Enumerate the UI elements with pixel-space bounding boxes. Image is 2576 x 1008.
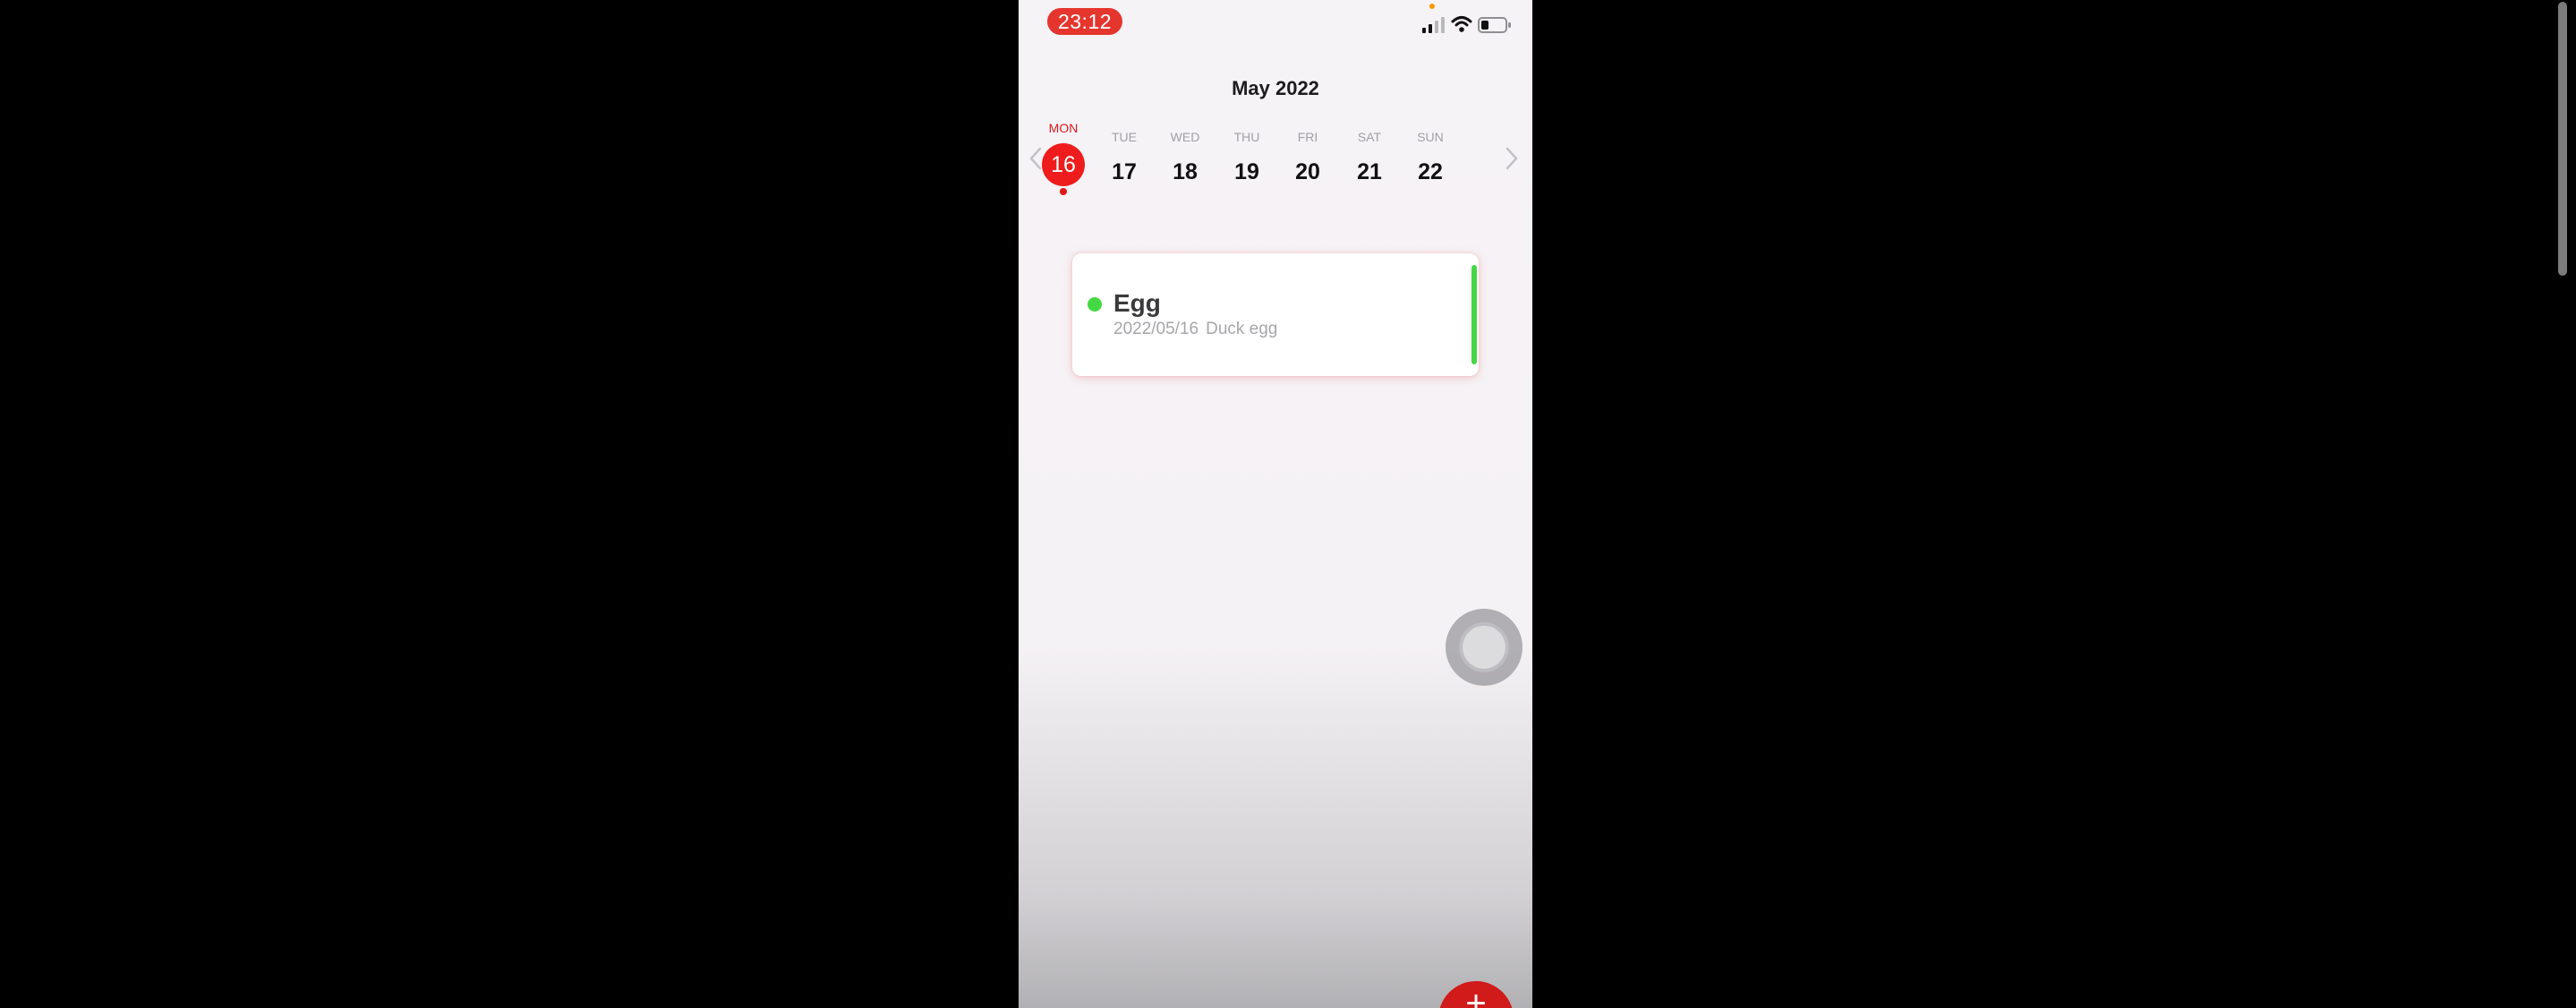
signal-icon xyxy=(1422,17,1445,33)
month-title: May 2022 xyxy=(1232,77,1319,99)
day-number: 18 xyxy=(1173,159,1198,184)
privacy-indicator-dot xyxy=(1429,4,1435,9)
day-number: 17 xyxy=(1112,159,1137,184)
day-wed[interactable]: WED 18 xyxy=(1158,125,1212,206)
assistive-touch-core xyxy=(1463,626,1506,669)
entry-title: Egg xyxy=(1113,289,1161,317)
day-number: 20 xyxy=(1295,159,1320,184)
day-number: 19 xyxy=(1234,159,1259,184)
add-entry-button[interactable]: + xyxy=(1438,981,1514,1008)
day-fri[interactable]: FRI 20 xyxy=(1281,125,1335,206)
day-tue[interactable]: TUE 17 xyxy=(1097,125,1151,206)
status-time: 23:12 xyxy=(1047,8,1122,35)
day-of-week-label: FRI xyxy=(1297,130,1318,144)
chevron-right-icon[interactable] xyxy=(1500,143,1522,174)
wifi-icon xyxy=(1451,16,1472,32)
assistive-touch-icon[interactable] xyxy=(1446,609,1523,686)
event-indicator-dot xyxy=(1060,188,1067,195)
day-of-week-label: MON xyxy=(1048,121,1079,135)
day-sun[interactable]: SUN 22 xyxy=(1403,125,1457,206)
day-of-week-label: SUN xyxy=(1417,130,1444,144)
day-of-week-label: THU xyxy=(1233,130,1260,144)
battery-icon xyxy=(1478,17,1511,33)
day-number: 22 xyxy=(1418,159,1443,184)
day-mon[interactable]: MON 16 xyxy=(1036,121,1090,206)
phone-screen: 23:12 May 2022 MON 16 TUE 17 WED 18 THU xyxy=(1019,0,1532,1008)
page-scrollbar[interactable] xyxy=(2558,2,2567,276)
day-of-week-label: SAT xyxy=(1357,130,1382,144)
selected-day-number: 16 xyxy=(1042,143,1085,186)
entry-color-dot xyxy=(1088,297,1102,312)
day-sat[interactable]: SAT 21 xyxy=(1343,125,1396,206)
entry-date: 2022/05/16 xyxy=(1113,320,1199,338)
entry-subtitle: 2022/05/16 Duck egg xyxy=(1113,320,1277,339)
day-number: 21 xyxy=(1357,159,1382,184)
day-thu[interactable]: THU 19 xyxy=(1220,125,1274,206)
entry-card[interactable]: Egg 2022/05/16 Duck egg xyxy=(1072,253,1479,376)
day-of-week-label: TUE xyxy=(1112,130,1137,144)
day-of-week-label: WED xyxy=(1170,130,1200,144)
entry-color-bar xyxy=(1471,265,1477,364)
entry-note: Duck egg xyxy=(1206,320,1278,338)
